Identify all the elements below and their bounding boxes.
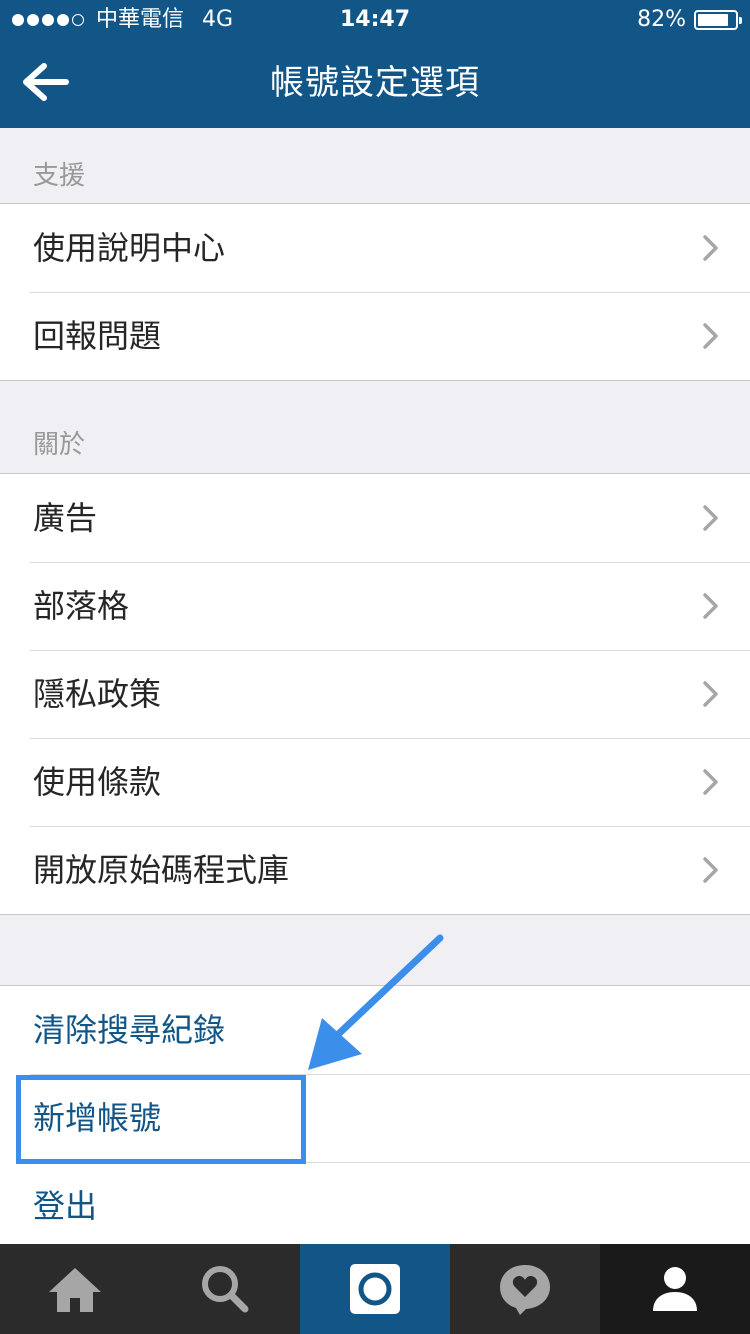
report-problem-row[interactable]: 回報問題	[0, 292, 750, 380]
battery-percent: 82%	[637, 7, 686, 32]
home-icon	[49, 1268, 101, 1312]
chevron-right-icon	[703, 235, 718, 261]
chevron-right-icon	[703, 857, 718, 883]
tab-camera[interactable]	[300, 1244, 450, 1334]
chevron-right-icon	[703, 769, 718, 795]
chevron-right-icon	[703, 323, 718, 349]
row-label: 新增帳號	[33, 1099, 162, 1137]
row-label: 部落格	[33, 587, 130, 625]
terms-of-use-row[interactable]: 使用條款	[0, 738, 750, 826]
help-center-row[interactable]: 使用說明中心	[0, 204, 750, 292]
row-label: 登出	[33, 1187, 98, 1225]
add-account-row[interactable]: 新增帳號	[0, 1074, 750, 1162]
chevron-right-icon	[703, 593, 718, 619]
battery-icon	[694, 10, 742, 30]
section-header-support: 支援	[33, 161, 86, 191]
log-out-row[interactable]: 登出	[0, 1162, 750, 1250]
status-bar: 中華電信 4G 14:47 82%	[0, 0, 750, 40]
tab-home[interactable]	[0, 1244, 150, 1334]
search-icon	[202, 1266, 249, 1313]
row-label: 開放原始碼程式庫	[33, 851, 290, 889]
chevron-right-icon	[703, 681, 718, 707]
actions-group: 清除搜尋紀錄 新增帳號 登出	[0, 985, 750, 1245]
camera-icon	[350, 1264, 400, 1314]
top-bar: 中華電信 4G 14:47 82% 帳號設定選項	[0, 0, 750, 128]
section-header-about: 關於	[33, 430, 86, 460]
row-label: 使用說明中心	[33, 229, 226, 267]
row-label: 隱私政策	[33, 675, 162, 713]
row-label: 清除搜尋紀錄	[33, 1011, 226, 1049]
row-label: 回報問題	[33, 317, 162, 355]
battery-fill	[698, 14, 728, 26]
tab-activity[interactable]	[450, 1244, 600, 1334]
tab-search[interactable]	[150, 1244, 300, 1334]
tab-profile[interactable]	[600, 1244, 750, 1334]
profile-icon	[653, 1267, 697, 1311]
ads-row[interactable]: 廣告	[0, 474, 750, 562]
row-label: 廣告	[33, 499, 98, 537]
clear-search-history-row[interactable]: 清除搜尋紀錄	[0, 986, 750, 1074]
chevron-right-icon	[703, 505, 718, 531]
page-title: 帳號設定選項	[270, 63, 480, 103]
row-label: 使用條款	[33, 763, 162, 801]
privacy-policy-row[interactable]: 隱私政策	[0, 650, 750, 738]
open-source-libraries-row[interactable]: 開放原始碼程式庫	[0, 826, 750, 914]
activity-heart-icon	[500, 1265, 550, 1315]
support-group: 使用說明中心 回報問題	[0, 203, 750, 381]
tab-bar	[0, 1244, 750, 1334]
about-group: 廣告 部落格 隱私政策 使用條款 開放原始碼程式庫	[0, 473, 750, 915]
blog-row[interactable]: 部落格	[0, 562, 750, 650]
